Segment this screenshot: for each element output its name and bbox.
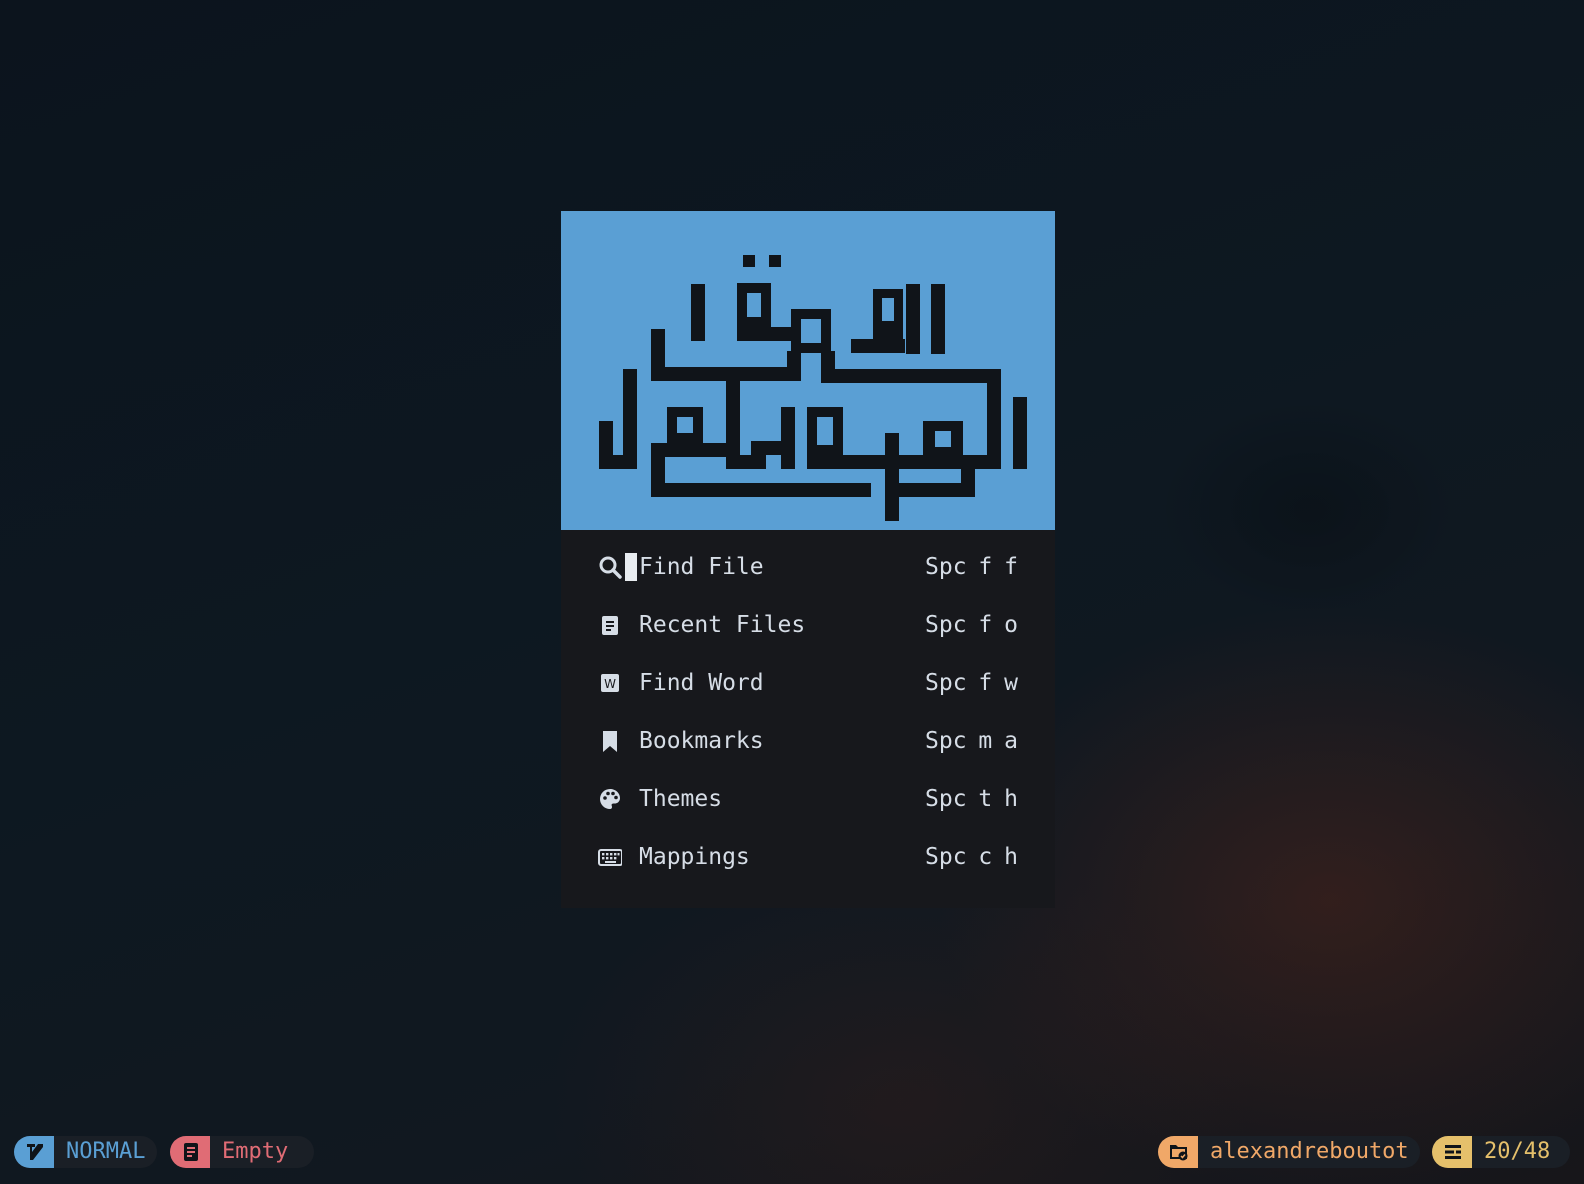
menu-item-shortcut: Spc f f bbox=[925, 554, 1018, 580]
menu-item-shortcut: Spc f w bbox=[925, 670, 1018, 696]
menu-item-label: Find Word bbox=[639, 670, 764, 696]
menu-item-shortcut: Spc c h bbox=[925, 844, 1018, 870]
file-label: Empty bbox=[222, 1139, 289, 1164]
menu-item-themes[interactable]: Themes Spc t h bbox=[561, 779, 1055, 819]
menu-item-shortcut: Spc m a bbox=[925, 728, 1018, 754]
menu-item-label: Find File bbox=[639, 554, 764, 580]
mode-indicator: NORMAL bbox=[14, 1136, 157, 1168]
text-cursor bbox=[625, 553, 637, 581]
menu-item-recent-files[interactable]: Recent Files Spc f o bbox=[561, 605, 1055, 645]
vim-icon bbox=[14, 1136, 54, 1168]
keyboard-icon bbox=[598, 845, 623, 869]
file-indicator: Empty bbox=[170, 1136, 314, 1168]
header-logo bbox=[561, 211, 1055, 530]
folder-icon bbox=[1158, 1136, 1198, 1168]
svg-text:W: W bbox=[604, 677, 616, 691]
menu-item-label: Recent Files bbox=[639, 612, 806, 638]
position-icon bbox=[1432, 1136, 1472, 1168]
menu-item-label: Themes bbox=[639, 786, 723, 812]
mode-label: NORMAL bbox=[66, 1139, 146, 1164]
position-indicator: 20/48 bbox=[1432, 1136, 1570, 1168]
menu-item-mappings[interactable]: Mappings Spc c h bbox=[561, 837, 1055, 877]
menu-item-label: Mappings bbox=[639, 844, 750, 870]
dashboard-panel: Find File Spc f f Recent Files Spc f o W… bbox=[561, 211, 1055, 908]
search-icon bbox=[598, 555, 622, 579]
calligraphy-logo bbox=[599, 255, 1027, 521]
cwd-indicator: alexandreboutot bbox=[1158, 1136, 1420, 1168]
palette-icon bbox=[598, 787, 622, 811]
menu-item-label: Bookmarks bbox=[639, 728, 764, 754]
cwd-label: alexandreboutot bbox=[1210, 1139, 1409, 1164]
menu-item-shortcut: Spc f o bbox=[925, 612, 1018, 638]
menu-item-shortcut: Spc t h bbox=[925, 786, 1018, 812]
menu-item-bookmarks[interactable]: Bookmarks Spc m a bbox=[561, 721, 1055, 761]
menu-item-find-word[interactable]: W Find Word Spc f w bbox=[561, 663, 1055, 703]
file-text-icon bbox=[598, 613, 622, 637]
word-icon: W bbox=[598, 671, 622, 695]
position-label: 20/48 bbox=[1484, 1139, 1551, 1164]
statusline: NORMAL Empty alexandreboutot 20/48 bbox=[0, 1136, 1584, 1168]
bookmark-icon bbox=[598, 729, 622, 753]
menu-item-find-file[interactable]: Find File Spc f f bbox=[561, 547, 1055, 587]
file-icon bbox=[170, 1136, 210, 1168]
